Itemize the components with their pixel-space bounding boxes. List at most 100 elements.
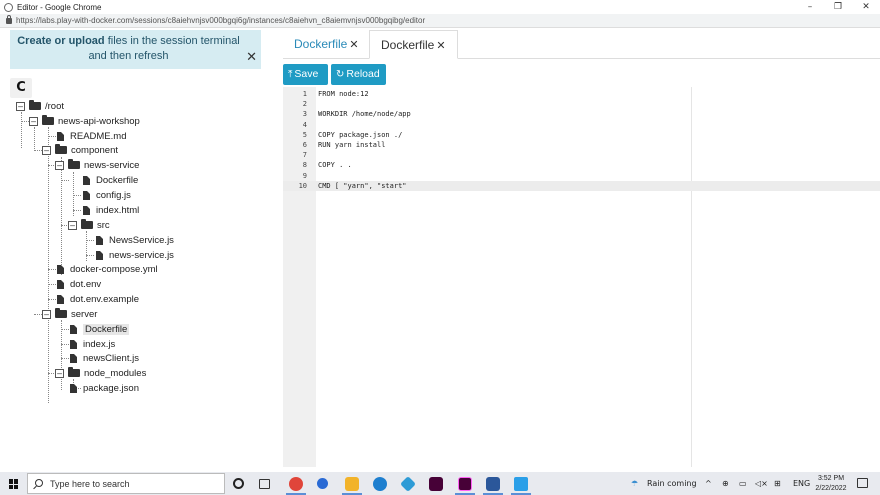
editor-tabs: Dockerfile ✕ Dockerfile ✕	[283, 28, 880, 59]
tray-chevron-icon[interactable]: ^	[705, 472, 712, 495]
tab-dockerfile-2[interactable]: Dockerfile ✕	[369, 30, 458, 59]
tree-label: Dockerfile	[83, 323, 130, 335]
line-number: 5	[302, 130, 307, 139]
collapse-toggle[interactable]: –	[68, 220, 77, 230]
cortana-icon[interactable]	[233, 478, 244, 489]
windows-start-icon[interactable]	[9, 479, 19, 489]
vscode-icon[interactable]	[514, 477, 528, 491]
tree-file-dot-env-example[interactable]: dot.env.example	[57, 292, 139, 306]
folder-open-icon	[68, 367, 80, 377]
line-code: CMD [ "yarn", "start"	[318, 181, 407, 190]
url-text[interactable]: https://labs.play-with-docker.com/sessio…	[16, 16, 425, 25]
weather-icon: ☂	[631, 479, 639, 488]
collapse-toggle[interactable]: –	[42, 309, 51, 319]
line-number: 1	[302, 90, 307, 98]
tree-label: node_modules	[84, 367, 147, 379]
code-line[interactable]: 2	[283, 99, 880, 109]
clock[interactable]: 3:52 PM 2/22/2022	[813, 474, 849, 494]
tree-label: package.json	[83, 382, 139, 394]
close-window-button[interactable]: ✕	[852, 0, 880, 14]
tree-folder-component[interactable]: – component	[42, 143, 118, 157]
code-editor[interactable]: 1 FROM node:12 2 3 WORKDIR /home/node/app 4 5 C…	[283, 87, 880, 467]
minimize-button[interactable]: –	[796, 0, 824, 14]
window-title: Editor - Google Chrome	[17, 2, 102, 12]
code-line[interactable]: 4	[283, 120, 880, 130]
tray-network-icon[interactable]: ⊕	[722, 472, 729, 495]
language-indicator[interactable]: ENG	[793, 472, 810, 495]
collapse-toggle[interactable]: –	[55, 368, 64, 378]
weather-text[interactable]: Rain coming	[647, 472, 697, 495]
code-line[interactable]: 8 COPY . .	[283, 160, 880, 170]
word-icon[interactable]	[486, 477, 500, 491]
notification-icon[interactable]	[857, 478, 868, 488]
tree-file-readme[interactable]: README.md	[57, 129, 126, 143]
tree-file-newsclient-js[interactable]: newsClient.js	[70, 351, 139, 365]
tree-label: docker-compose.yml	[70, 263, 158, 275]
code-line[interactable]: 10 CMD [ "yarn", "start"	[283, 180, 880, 191]
tree-folder-news-service[interactable]: – news-service	[55, 158, 139, 172]
close-tab-icon[interactable]: ✕	[349, 38, 358, 51]
save-button[interactable]: ⤒ Save	[283, 64, 328, 85]
file-icon	[70, 383, 77, 393]
collapse-toggle[interactable]: –	[16, 101, 25, 111]
address-bar[interactable]: https://labs.play-with-docker.com/sessio…	[0, 14, 880, 28]
tray-wifi-icon[interactable]: ⊞	[774, 472, 781, 495]
file-browser-panel: Create or upload files in the session te…	[0, 28, 282, 467]
tree-folder-server[interactable]: – server	[42, 307, 97, 321]
tree-file-news-service-js[interactable]: news-service.js	[96, 248, 174, 262]
tree-folder-news-api-workshop[interactable]: – news-api-workshop	[29, 114, 140, 128]
windows-taskbar: Type here to search ☂ Rain coming ^ ⊕ ▭ …	[0, 472, 880, 495]
line-code: RUN yarn install	[318, 141, 386, 149]
tab-dockerfile-1[interactable]: Dockerfile ✕	[283, 30, 370, 59]
tree-file-newsservice-js[interactable]: NewsService.js	[96, 233, 174, 247]
code-line[interactable]: 9	[283, 171, 880, 181]
xd-icon[interactable]	[458, 477, 472, 491]
tree-file-server-dockerfile[interactable]: Dockerfile	[70, 322, 130, 336]
tree-file-docker-compose[interactable]: docker-compose.yml	[57, 262, 158, 276]
code-line[interactable]: 7	[283, 150, 880, 160]
collapse-toggle[interactable]: –	[29, 116, 38, 126]
code-line[interactable]: 3 WORKDIR /home/node/app	[283, 109, 880, 119]
tree-folder-node-modules[interactable]: – node_modules	[55, 366, 146, 380]
taskbar-search-input[interactable]: Type here to search	[27, 473, 225, 494]
collapse-toggle[interactable]: –	[42, 145, 51, 155]
tree-file-server-index-js[interactable]: index.js	[70, 337, 115, 351]
edge-icon[interactable]	[373, 477, 387, 491]
volume-icon[interactable]: ◁×	[755, 472, 768, 495]
tree-label: src	[97, 219, 110, 231]
tree-label: dot.env.example	[70, 293, 140, 305]
reload-button[interactable]: ↻ Reload	[331, 64, 386, 85]
window-titlebar: Editor - Google Chrome – ❐ ✕	[0, 0, 880, 14]
task-view-icon[interactable]	[259, 479, 270, 489]
tree-file-dot-env[interactable]: dot.env	[57, 277, 101, 291]
dreamweaver-icon[interactable]	[429, 477, 443, 491]
line-number: 7	[302, 151, 307, 160]
maximize-button[interactable]: ❐	[824, 0, 852, 14]
line-number: 4	[302, 120, 307, 129]
tree-file-ns-dockerfile[interactable]: Dockerfile	[83, 173, 138, 187]
folder-open-icon	[68, 159, 80, 169]
file-icon	[70, 339, 77, 349]
code-line[interactable]: 5 COPY package.json ./	[283, 130, 880, 140]
file-icon	[70, 324, 77, 334]
app-icon[interactable]	[400, 476, 416, 492]
file-explorer-icon[interactable]	[345, 477, 359, 491]
tree-file-package-json[interactable]: package.json	[70, 381, 139, 395]
tree-folder-src[interactable]: – src	[68, 218, 110, 232]
upload-icon: ⤒	[288, 69, 293, 80]
tree-file-index-html[interactable]: index.html	[83, 203, 139, 217]
clock-date: 2/22/2022	[815, 485, 847, 492]
file-icon	[70, 353, 77, 363]
signal-taskbar-icon[interactable]	[317, 478, 328, 489]
code-line[interactable]: 1 FROM node:12	[283, 89, 880, 99]
line-code: WORKDIR /home/node/app	[318, 110, 411, 119]
clock-time: 3:52 PM	[817, 475, 845, 482]
code-line[interactable]: 6 RUN yarn install	[283, 140, 880, 150]
close-tab-icon[interactable]: ✕	[436, 39, 445, 52]
tree-file-config-js[interactable]: config.js	[83, 188, 131, 202]
collapse-toggle[interactable]: –	[55, 160, 64, 170]
tray-display-icon[interactable]: ▭	[739, 472, 747, 495]
chrome-taskbar-icon[interactable]	[289, 477, 303, 491]
search-placeholder: Type here to search	[50, 479, 130, 489]
tree-folder-root[interactable]: – /root	[16, 99, 64, 113]
